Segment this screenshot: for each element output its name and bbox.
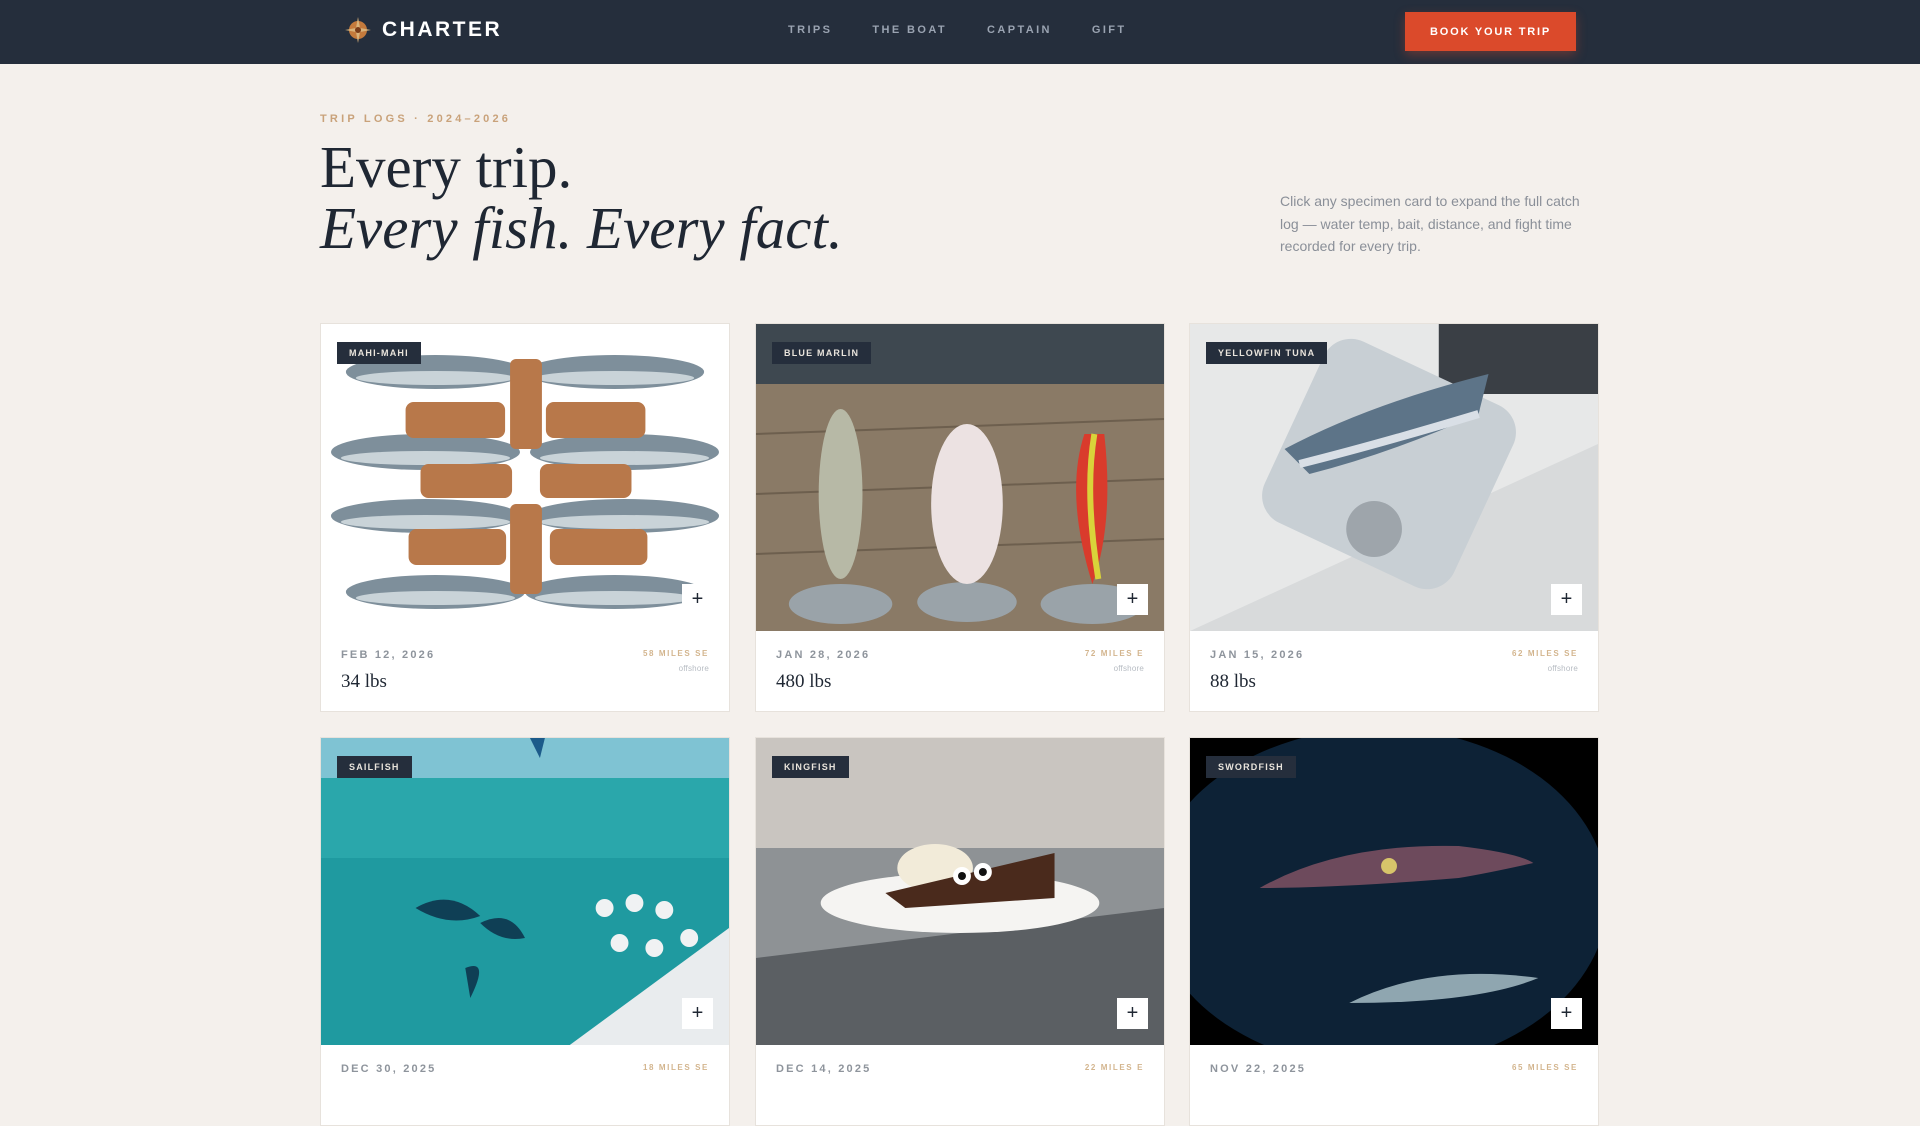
catch-meta: JAN 15, 2026 88 lbs 62 MILES SE offshore — [1190, 631, 1598, 711]
plus-icon[interactable]: + — [1117, 998, 1148, 1029]
page-title: Every trip. Every fish. Every fact. — [320, 137, 843, 259]
catch-photo: KINGFISH + — [756, 738, 1164, 1045]
catch-meta: DEC 30, 2025 18 MILES SE — [321, 1045, 729, 1125]
distance-text: 58 MILES SE — [642, 649, 709, 658]
zone-text: offshore — [678, 664, 709, 673]
species-badge: YELLOWFIN TUNA — [1206, 342, 1328, 364]
catch-weight: 480 lbs — [776, 671, 832, 692]
catch-photo: YELLOWFIN TUNA + — [1190, 324, 1598, 631]
catch-distance: 65 MILES SE — [1512, 1063, 1578, 1078]
brand-logo[interactable]: CHARTER — [344, 16, 502, 44]
zone-text: offshore — [1113, 664, 1144, 673]
catch-weight: 34 lbs — [341, 671, 387, 692]
compass-rose-icon — [345, 17, 371, 43]
species-badge: SWORDFISH — [1206, 756, 1296, 778]
catch-weight: 88 lbs — [1210, 671, 1256, 692]
hero-instructions: Click any specimen card to expand the fu… — [1280, 193, 1580, 254]
plus-icon[interactable]: + — [1551, 998, 1582, 1029]
species-badge: MAHI-MAHI — [337, 342, 421, 364]
catch-photo: SAILFISH + — [321, 738, 729, 1045]
catch-card[interactable]: SAILFISH + DEC 30, 2025 18 MILES SE — [320, 737, 730, 1126]
species-badge: KINGFISH — [772, 756, 849, 778]
title-line-1: Every trip. — [320, 134, 573, 200]
catch-card[interactable]: KINGFISH + DEC 14, 2025 22 MILES E — [755, 737, 1165, 1126]
nav-link-the-boat[interactable]: THE BOAT — [872, 24, 947, 36]
catch-distance: 22 MILES E — [1085, 1063, 1144, 1078]
catch-distance: 58 MILES SE offshore — [643, 649, 709, 673]
plus-icon[interactable]: + — [682, 584, 713, 615]
catch-distance: 18 MILES SE — [643, 1063, 709, 1078]
distance-text: 72 MILES E — [1084, 649, 1144, 658]
section-eyebrow: TRIP LOGS · 2024–2026 — [320, 113, 512, 125]
catch-meta: NOV 22, 2025 65 MILES SE — [1190, 1045, 1598, 1125]
nav-link-trips[interactable]: TRIPS — [788, 24, 832, 36]
catch-card[interactable]: YELLOWFIN TUNA + JAN 15, 2026 88 lbs 62 … — [1189, 323, 1599, 712]
brand-name: CHARTER — [382, 18, 503, 41]
distance-text: 62 MILES SE — [1511, 649, 1578, 658]
species-badge: SAILFISH — [337, 756, 412, 778]
top-nav: CHARTER TRIPS THE BOAT CAPTAIN GIFT BOOK… — [0, 0, 1920, 64]
catch-distance: 72 MILES E offshore — [1085, 649, 1144, 673]
nav-link-captain[interactable]: CAPTAIN — [987, 24, 1052, 36]
catch-card[interactable]: SWORDFISH + NOV 22, 2025 65 MILES SE — [1189, 737, 1599, 1126]
plus-icon[interactable]: + — [682, 998, 713, 1029]
catch-meta: JAN 28, 2026 480 lbs 72 MILES Eoffshore — [756, 631, 1164, 711]
catch-distance: 62 MILES SE offshore — [1512, 649, 1578, 673]
catch-photo: SWORDFISH + — [1190, 738, 1598, 1045]
distance-text: 22 MILES E — [1084, 1063, 1144, 1072]
distance-text: 18 MILES SE — [642, 1063, 709, 1072]
zone-text: offshore — [1547, 664, 1578, 673]
plus-icon[interactable]: + — [1117, 584, 1148, 615]
title-line-2: Every fish. Every fact. — [320, 195, 843, 261]
catch-photo: BLUE MARLIN + — [756, 324, 1164, 631]
nav-link-gift[interactable]: GIFT — [1092, 24, 1127, 36]
species-badge: BLUE MARLIN — [772, 342, 872, 364]
catch-photo: MAHI-MAHI + — [321, 324, 729, 631]
catch-card[interactable]: BLUE MARLIN + JAN 28, 2026 480 lbs 72 MI… — [755, 323, 1165, 712]
plus-icon[interactable]: + — [1551, 584, 1582, 615]
book-trip-button[interactable]: BOOK YOUR TRIP — [1405, 12, 1576, 51]
main-nav: TRIPS THE BOAT CAPTAIN GIFT — [788, 24, 1127, 36]
catch-meta: FEB 12, 2026 34 lbs 58 MILES SE offshore — [321, 631, 729, 711]
catch-meta: DEC 14, 2025 22 MILES E — [756, 1045, 1164, 1125]
distance-text: 65 MILES SE — [1511, 1063, 1578, 1072]
catch-card[interactable]: MAHI-MAHI + FEB 12, 2026 34 lbs 58 MILES… — [320, 323, 730, 712]
